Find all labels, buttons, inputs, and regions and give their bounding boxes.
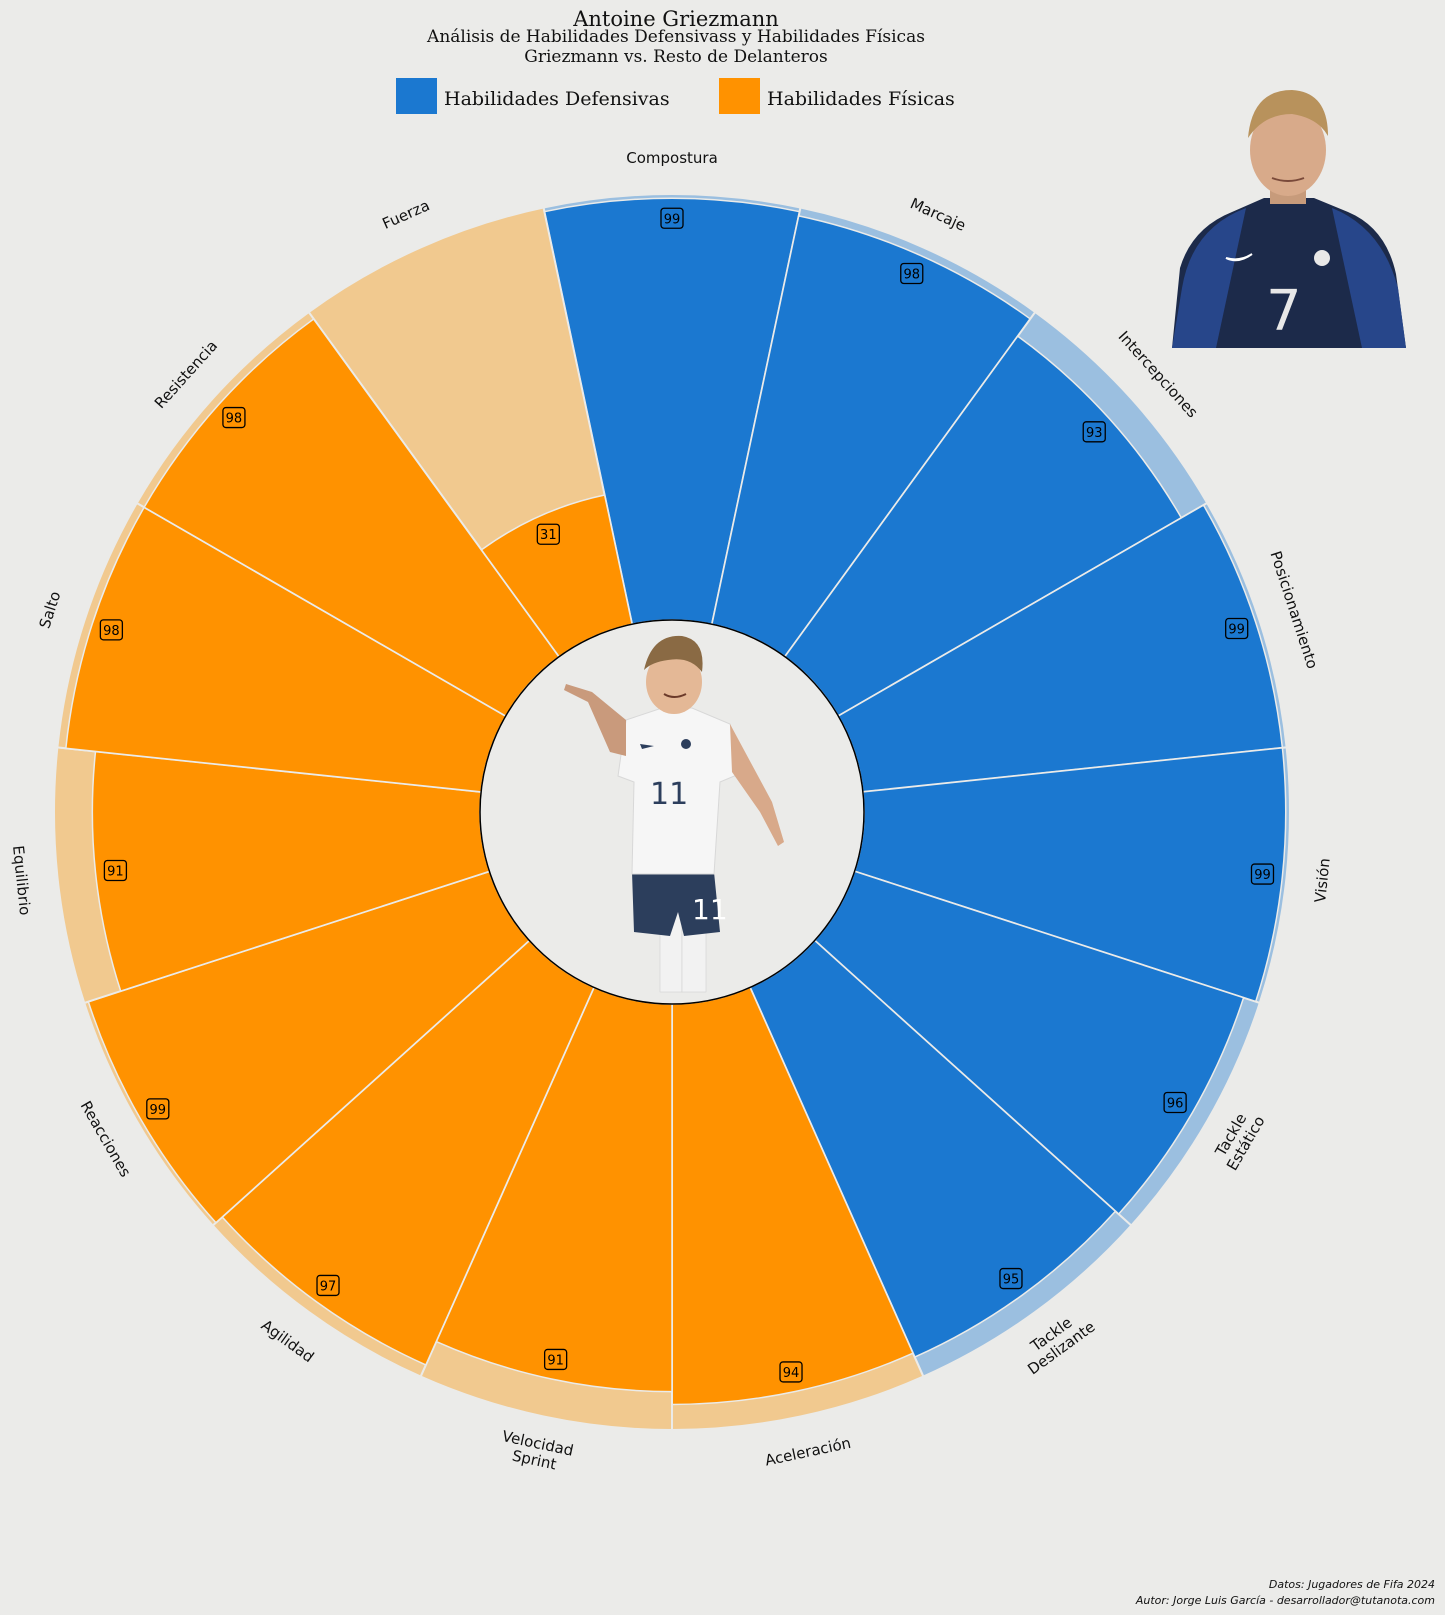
value-label-reacciones: 99: [146, 1098, 170, 1120]
category-label-vision: Visión: [1311, 857, 1334, 903]
top-player-photo: 7: [1172, 90, 1406, 348]
legend-label-defensive: Habilidades Defensivas: [444, 88, 670, 110]
svg-text:99: 99: [150, 1103, 167, 1118]
value-label-marcaje: 98: [900, 262, 924, 285]
legend-swatch-defensive: [396, 78, 437, 114]
credits-data-source: Datos: Jugadores de Fifa 2024: [1268, 1578, 1435, 1591]
svg-text:91: 91: [107, 865, 124, 880]
value-label-posicionamiento: 99: [1225, 617, 1249, 640]
category-label-marcaje: Marcaje: [907, 194, 968, 234]
legend-item-physical: Habilidades Físicas: [719, 78, 955, 114]
svg-text:31: 31: [540, 528, 557, 543]
svg-text:99: 99: [1254, 868, 1271, 883]
legend-swatch-physical: [719, 78, 760, 114]
value-label-fuerza: 31: [536, 523, 560, 545]
svg-text:96: 96: [1167, 1096, 1184, 1111]
category-label-fuerza: Fuerza: [380, 196, 433, 233]
value-label-resistencia: 98: [222, 406, 246, 429]
value-label-aceleracion: 94: [779, 1361, 803, 1383]
svg-text:99: 99: [1228, 623, 1245, 638]
value-label-velocidad-sprint: 91: [543, 1348, 568, 1371]
value-label-tackle-estatico: 96: [1163, 1091, 1187, 1114]
svg-text:98: 98: [226, 412, 243, 427]
chart-subtitle: Análisis de Habilidades Defensivass y Ha…: [427, 27, 925, 47]
value-label-salto: 98: [99, 619, 124, 641]
svg-text:91: 91: [547, 1353, 564, 1368]
value-label-intercepciones: 93: [1082, 421, 1106, 443]
svg-text:99: 99: [664, 212, 681, 227]
svg-text:93: 93: [1086, 426, 1103, 441]
svg-text:94: 94: [783, 1366, 800, 1381]
category-label-compostura: Compostura: [626, 149, 718, 167]
category-label-equilibrio: Equilibrio: [9, 845, 34, 917]
category-label-reacciones: Reacciones: [77, 1098, 135, 1180]
svg-text:7: 7: [1266, 279, 1302, 344]
svg-text:98: 98: [903, 267, 920, 282]
value-label-tackle-deslizante: 95: [999, 1267, 1023, 1290]
category-label-posicionamiento: Posicionamiento: [1266, 549, 1321, 671]
value-label-agilidad: 97: [316, 1274, 340, 1297]
legend-item-defensive: Habilidades Defensivas: [396, 78, 670, 114]
category-label-salto: Salto: [36, 589, 65, 631]
value-label-compostura: 99: [660, 207, 684, 229]
svg-text:97: 97: [320, 1279, 337, 1294]
center-circle-layer: 11 11: [479, 619, 865, 1005]
svg-text:95: 95: [1003, 1273, 1020, 1288]
legend-label-physical: Habilidades Físicas: [767, 88, 955, 110]
svg-text:11: 11: [650, 777, 688, 812]
category-label-tackle-estatico: TackleEstático: [1208, 1104, 1268, 1173]
chart-subtitle-2: Griezmann vs. Resto de Delanteros: [524, 47, 828, 67]
credits-author: Autor: Jorge Luis García - desarrollador…: [1135, 1594, 1435, 1607]
value-label-vision: 99: [1250, 863, 1275, 885]
value-label-equilibrio: 91: [103, 859, 128, 882]
svg-text:98: 98: [103, 624, 120, 639]
category-label-velocidad-sprint: VelocidadSprint: [497, 1427, 575, 1476]
category-label-aceleracion: Aceleración: [763, 1434, 852, 1470]
category-label-agilidad: Agilidad: [258, 1316, 318, 1366]
svg-text:11: 11: [692, 893, 728, 926]
